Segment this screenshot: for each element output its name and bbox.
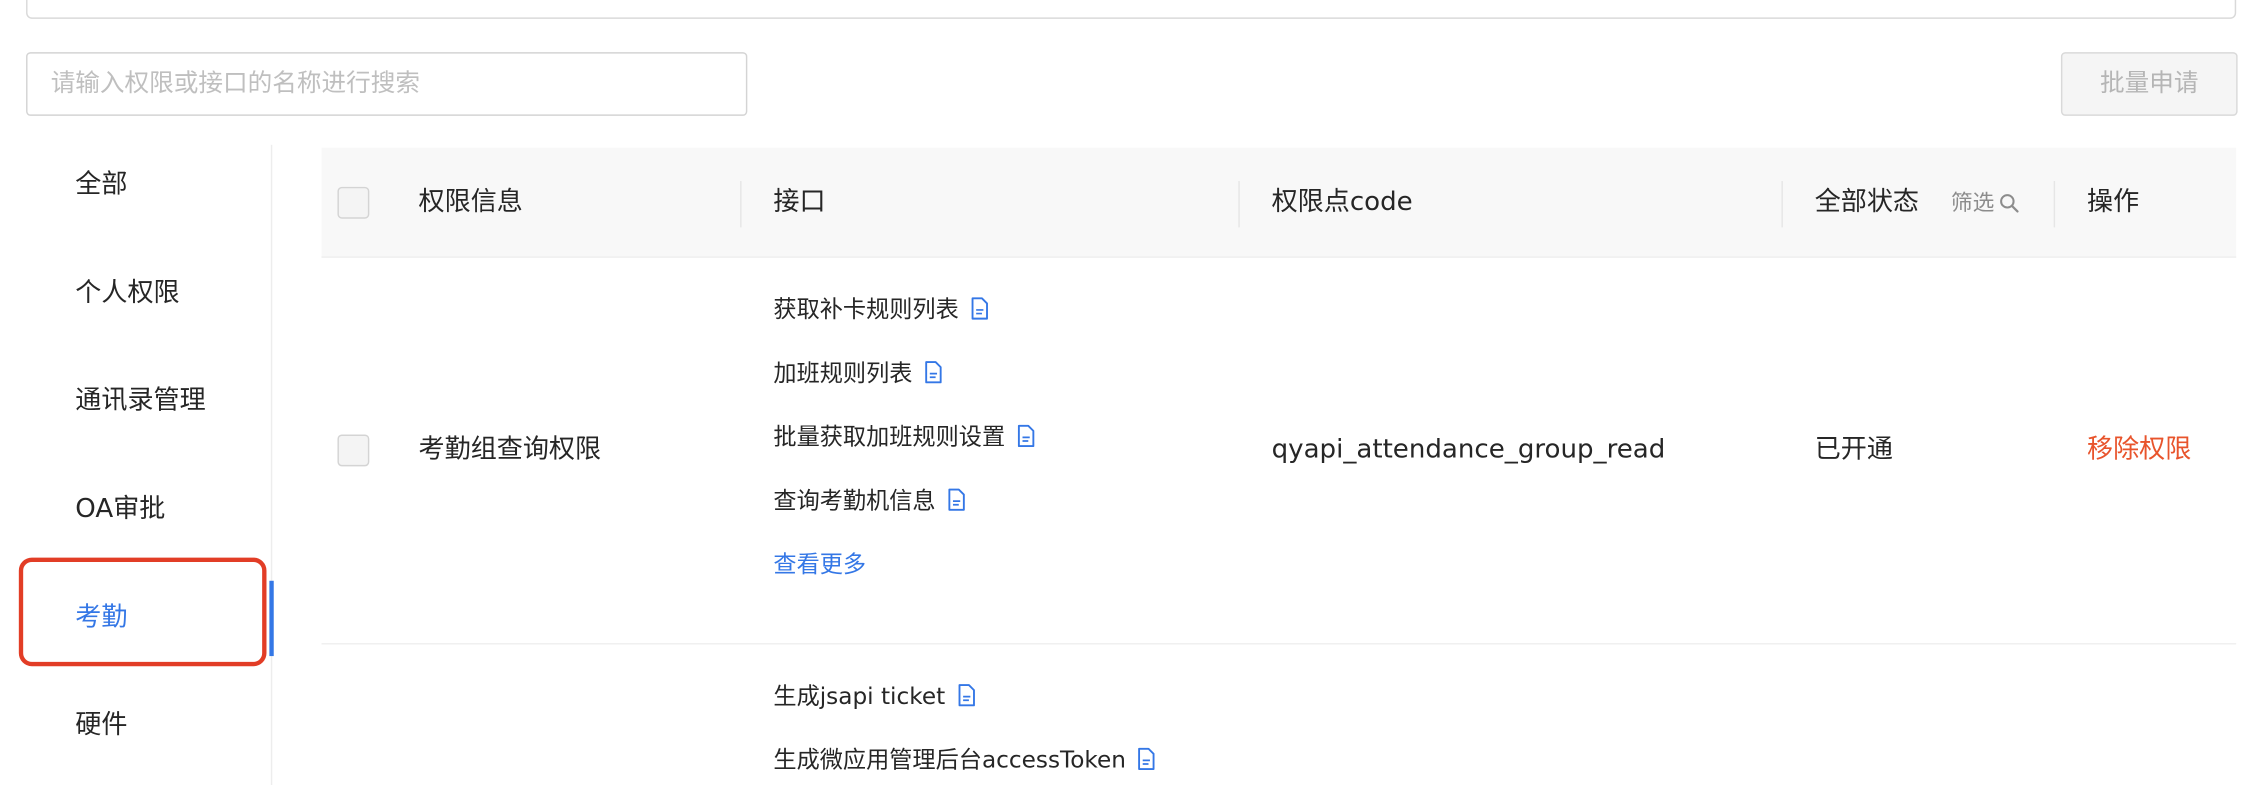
- api-name: 批量获取加班规则设置: [773, 422, 1006, 451]
- sidebar-item-all[interactable]: 全部: [75, 164, 127, 207]
- api-item: 查询考勤机信息: [773, 484, 966, 519]
- header-action: 操作: [2087, 186, 2140, 218]
- column-separator: [2053, 181, 2056, 228]
- status-text: 已开通: [1814, 434, 1893, 465]
- api-item: 生成jsapi ticket: [773, 679, 975, 714]
- api-item: 加班规则列表: [773, 356, 942, 391]
- search-icon: [2000, 194, 2019, 213]
- sidebar-item-contacts[interactable]: 通讯录管理: [75, 379, 205, 422]
- view-more-link[interactable]: 查看更多: [773, 547, 866, 582]
- column-separator: [1238, 181, 1240, 228]
- document-icon[interactable]: [1138, 747, 1157, 770]
- api-name: 生成jsapi ticket: [773, 682, 946, 710]
- header-interface: 接口: [773, 186, 826, 218]
- api-name: 获取补卡规则列表: [773, 295, 959, 323]
- document-icon[interactable]: [947, 488, 966, 511]
- api-item: 批量获取加班规则设置: [773, 420, 1035, 455]
- permission-name: 考勤组查询权限: [418, 434, 602, 465]
- search-input[interactable]: [26, 52, 748, 116]
- category-sidebar: [0, 145, 272, 785]
- status-filter-button[interactable]: 筛选: [1951, 148, 2019, 258]
- api-name: 生成微应用管理后台accessToken: [773, 745, 1126, 774]
- sidebar-divider: [270, 144, 273, 785]
- header-permission-info: 权限信息: [418, 186, 523, 218]
- api-item: 生成微应用管理后台accessToken: [773, 743, 1156, 778]
- filter-label: 筛选: [1950, 189, 1995, 216]
- document-icon[interactable]: [970, 297, 989, 320]
- column-separator: [740, 181, 742, 228]
- header-code: 权限点code: [1271, 186, 1413, 218]
- bulk-apply-button[interactable]: 批量申请: [2060, 52, 2238, 116]
- sidebar-item-personal[interactable]: 个人权限: [75, 272, 179, 315]
- table-header: 权限信息 接口 权限点code 全部状态 操作: [321, 147, 2237, 258]
- row-checkbox[interactable]: [337, 434, 370, 467]
- select-all-checkbox[interactable]: [337, 186, 370, 219]
- top-panel: [26, 0, 2237, 19]
- row-divider: [321, 643, 2237, 645]
- api-item: 获取补卡规则列表: [773, 293, 989, 328]
- permission-code: qyapi_attendance_group_read: [1271, 434, 1666, 465]
- api-name: 加班规则列表: [773, 359, 913, 387]
- document-icon[interactable]: [924, 361, 943, 384]
- sidebar-item-oa-approval[interactable]: OA审批: [75, 488, 165, 531]
- api-name: 查询考勤机信息: [773, 486, 936, 515]
- permissions-page: 批量申请 全部 个人权限 通讯录管理 OA审批 考勤 硬件 权限信息 接口 权限…: [0, 0, 2268, 785]
- sidebar-active-indicator: [269, 580, 274, 657]
- document-icon[interactable]: [957, 684, 976, 707]
- annotation-highlight: [18, 557, 267, 667]
- header-status: 全部状态: [1814, 186, 1919, 218]
- column-separator: [1781, 181, 1783, 228]
- sidebar-item-hardware[interactable]: 硬件: [75, 704, 127, 747]
- document-icon[interactable]: [1017, 424, 1036, 448]
- remove-permission-link[interactable]: 移除权限: [2087, 429, 2191, 472]
